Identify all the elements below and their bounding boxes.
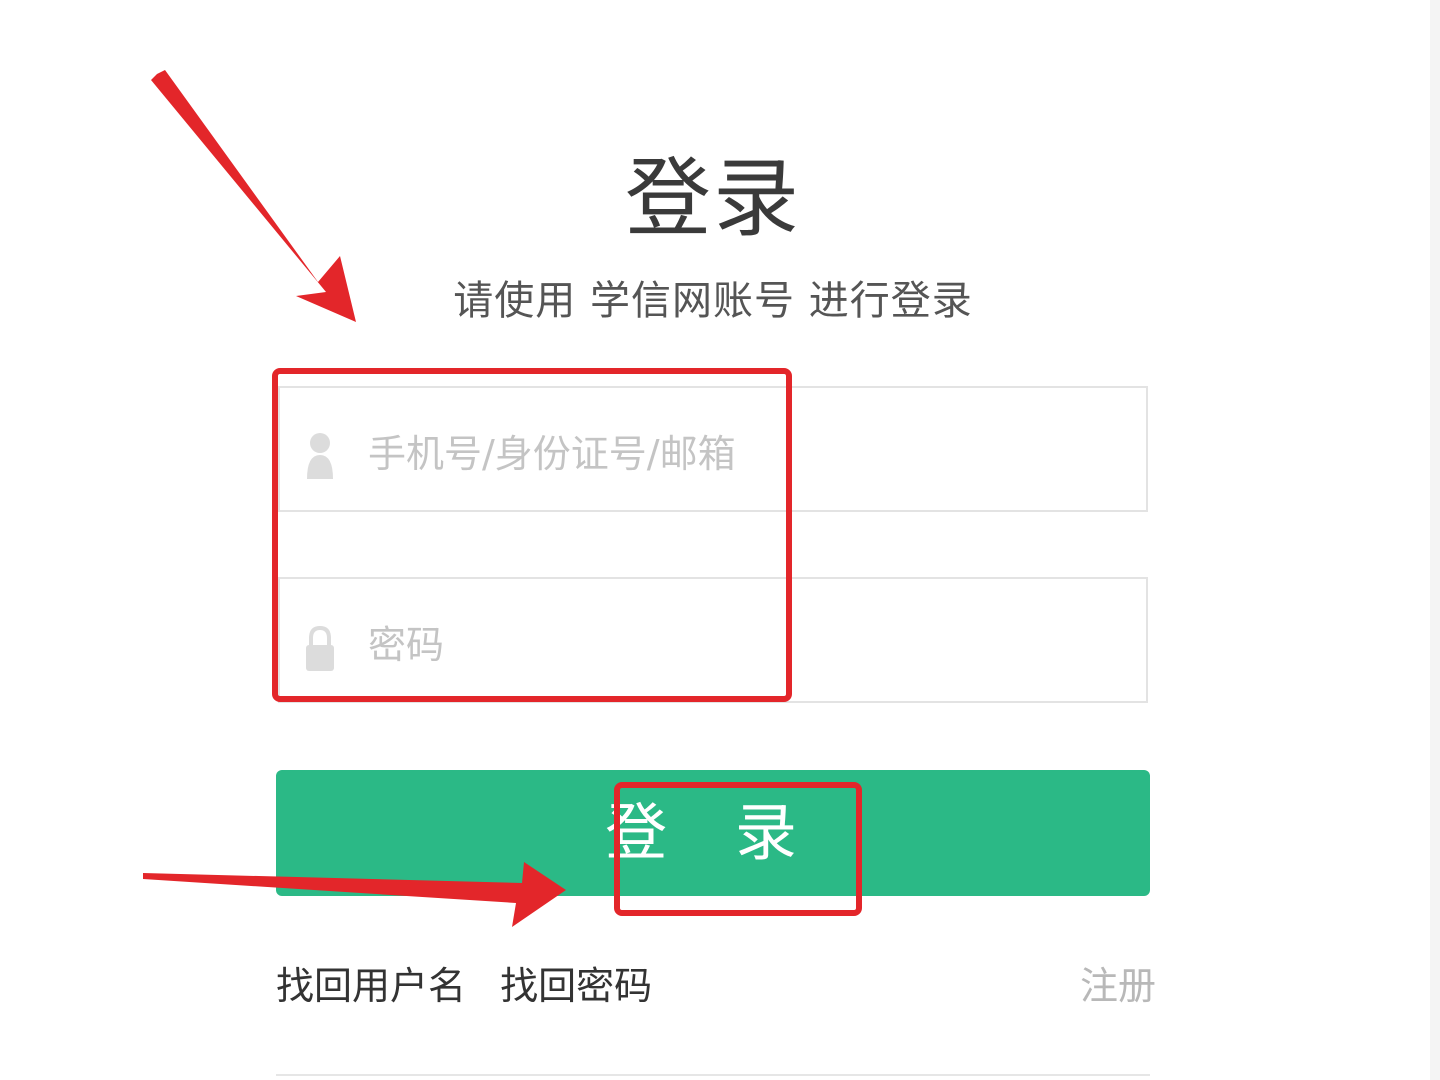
user-icon xyxy=(300,430,340,482)
divider xyxy=(276,1074,1150,1076)
username-input[interactable] xyxy=(368,432,1128,476)
login-button[interactable]: 登 录 xyxy=(276,770,1150,896)
login-subtitle: 请使用 学信网账号 进行登录 xyxy=(453,278,973,324)
find-username-link[interactable]: 找回用户名 xyxy=(276,964,466,1008)
page-edge xyxy=(1430,0,1440,1080)
register-link[interactable]: 注册 xyxy=(1080,955,1156,1010)
find-password-link[interactable]: 找回密码 xyxy=(500,964,652,1008)
password-input[interactable] xyxy=(368,623,1128,667)
account-links: 找回用户名 找回密码 xyxy=(276,955,674,1010)
login-page: 登录 请使用 学信网账号 进行登录 登 录 找回用户名 找回密码 注册 xyxy=(0,0,1440,1080)
lock-icon xyxy=(300,623,340,675)
username-field[interactable] xyxy=(278,386,1148,512)
password-field[interactable] xyxy=(278,577,1148,703)
page-title: 登录 xyxy=(625,149,801,249)
